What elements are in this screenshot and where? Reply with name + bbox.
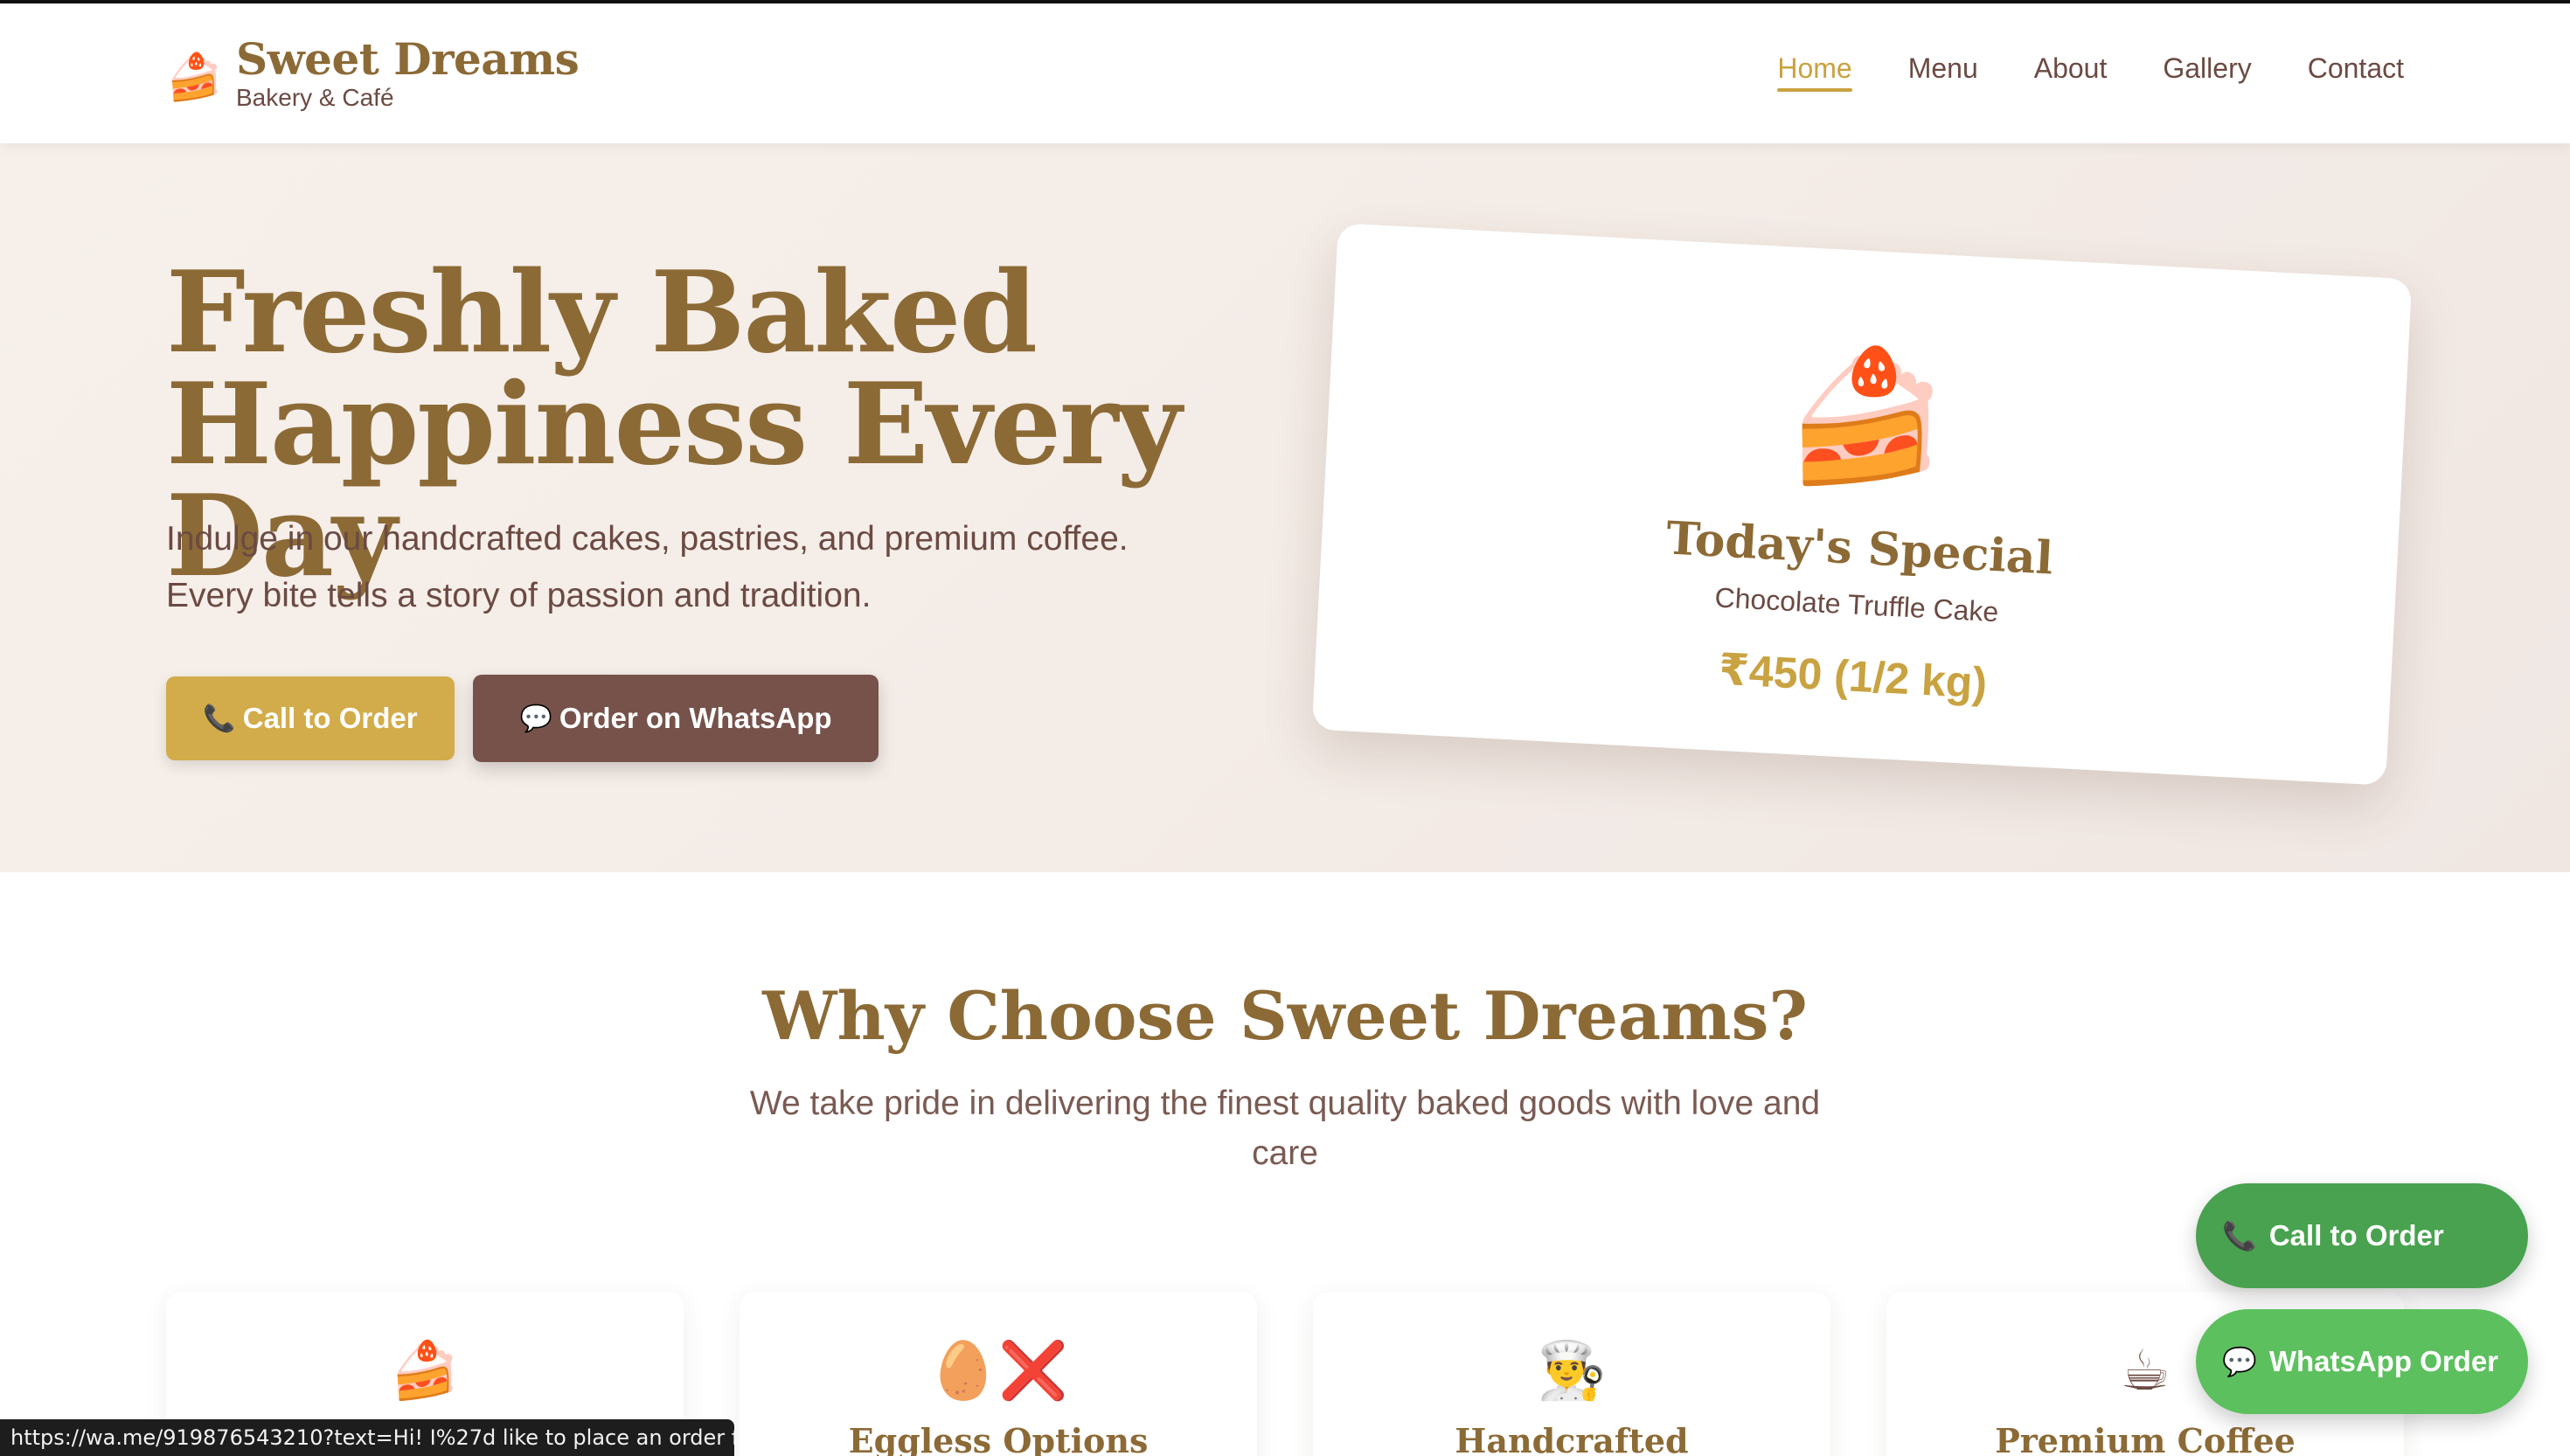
feature-title: Premium Coffee bbox=[1995, 1421, 2296, 1456]
hero-desc-line2: Every bite tells a story of passion and … bbox=[166, 577, 872, 614]
brand-subtitle: Bakery & Café bbox=[236, 84, 394, 111]
brand-logo[interactable]: 🍰 Sweet Dreams Bakery & Café bbox=[166, 33, 580, 112]
chat-bubble-icon: 💬 bbox=[519, 704, 552, 733]
site-header: 🍰 Sweet Dreams Bakery & Café Home Menu A… bbox=[0, 3, 2570, 143]
floating-call-label: Call to Order bbox=[2268, 1219, 2444, 1251]
cake-icon: 🍰 bbox=[390, 1339, 460, 1402]
nav-gallery[interactable]: Gallery bbox=[2163, 52, 2251, 92]
nav-home[interactable]: Home bbox=[1777, 52, 1853, 92]
hero-section: Freshly Baked Happiness Every Day Indulg… bbox=[0, 143, 2570, 872]
main-nav: Home Menu About Gallery Contact bbox=[1721, 52, 2404, 92]
order-on-whatsapp-label: Order on WhatsApp bbox=[559, 702, 832, 734]
nav-menu[interactable]: Menu bbox=[1908, 52, 1978, 92]
call-to-order-button[interactable]: 📞 Call to Order bbox=[166, 676, 455, 760]
feature-card: 👨‍🍳 Handcrafted bbox=[1313, 1292, 1830, 1456]
feature-card: 🥚❌ Eggless Options bbox=[740, 1292, 1257, 1456]
hero-desc-line1: Indulge in our handcrafted cakes, pastri… bbox=[166, 520, 1129, 558]
floating-call-button[interactable]: 📞 Call to Order bbox=[2196, 1183, 2528, 1288]
hero-description: Indulge in our handcrafted cakes, pastri… bbox=[166, 510, 1302, 624]
feature-title: Handcrafted bbox=[1455, 1421, 1689, 1456]
nav-contact[interactable]: Contact bbox=[2308, 52, 2404, 92]
nav-about[interactable]: About bbox=[2034, 52, 2108, 92]
chat-bubble-icon: 💬 bbox=[2222, 1346, 2257, 1377]
cake-icon: 🍰 bbox=[166, 52, 223, 103]
call-to-order-label: Call to Order bbox=[242, 702, 418, 734]
floating-whatsapp-label: WhatsApp Order bbox=[2268, 1345, 2499, 1377]
feature-title: Eggless Options bbox=[848, 1421, 1149, 1456]
phone-icon: 📞 bbox=[2222, 1220, 2257, 1251]
order-on-whatsapp-button[interactable]: 💬 Order on WhatsApp bbox=[473, 675, 879, 762]
link-status-bar: https://wa.me/919876543210?text=Hi! I%27… bbox=[0, 1419, 734, 1456]
cake-slice-icon: 🍰 bbox=[1781, 339, 1952, 495]
chef-icon: 👨‍🍳 bbox=[1537, 1339, 1607, 1402]
floating-whatsapp-button[interactable]: 💬 WhatsApp Order bbox=[2196, 1309, 2528, 1414]
phone-icon: 📞 bbox=[203, 704, 236, 733]
brand-text: Sweet Dreams Bakery & Café bbox=[236, 33, 580, 112]
why-section-description: We take pride in delivering the finest q… bbox=[749, 1085, 1821, 1172]
brand-title: Sweet Dreams bbox=[236, 33, 580, 85]
todays-special-card: 🍰 Today's Special Chocolate Truffle Cake… bbox=[1311, 223, 2413, 786]
why-section-title: Why Choose Sweet Dreams? bbox=[762, 977, 1808, 1055]
no-egg-icon: 🥚❌ bbox=[928, 1339, 1068, 1402]
